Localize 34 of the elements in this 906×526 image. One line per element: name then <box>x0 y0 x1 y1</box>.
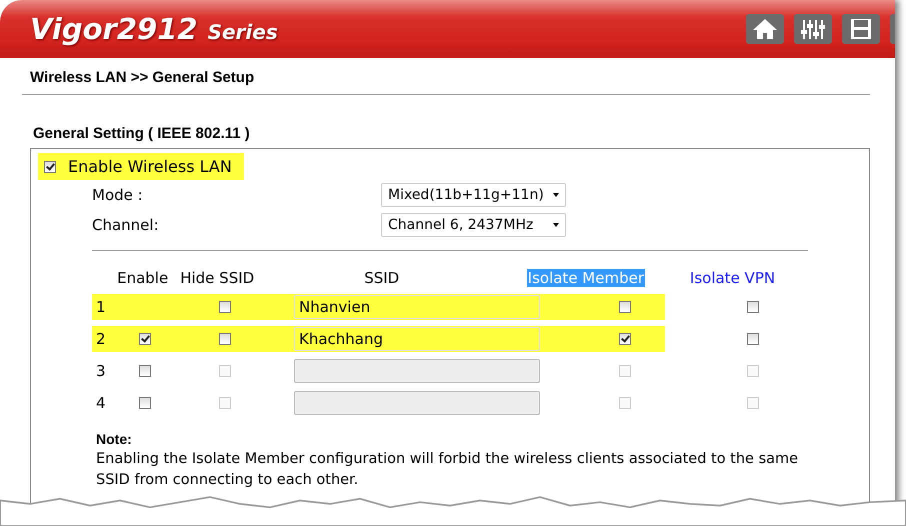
row-number: 3 <box>96 362 106 380</box>
series-label: Series <box>208 20 278 44</box>
sliders-icon[interactable] <box>794 14 832 44</box>
checkbox[interactable] <box>619 333 631 345</box>
field-label: Channel: <box>92 216 160 234</box>
section-title: General Setting ( IEEE 802.11 ) <box>33 125 251 142</box>
breadcrumb: Wireless LAN >> General Setup <box>30 69 256 86</box>
note-text: Enabling the Isolate Member configuration will forbid the wireless clients associated to the same SSID from connecting to each other. <box>96 450 800 490</box>
product-name: Vigor2912 <box>30 12 198 46</box>
checkbox[interactable] <box>139 365 151 377</box>
column-header: SSID <box>363 269 400 287</box>
note-title: Note: <box>96 431 133 447</box>
ssid-field[interactable]: Khachhang <box>294 327 540 351</box>
checkbox[interactable] <box>746 301 758 313</box>
checkbox-label: Enable Wireless LAN <box>68 157 232 176</box>
column-header: Hide SSID <box>179 269 256 287</box>
checkbox[interactable] <box>44 160 56 172</box>
column-header: Isolate VPN <box>688 269 776 287</box>
row-number: 2 <box>96 330 106 348</box>
column-header: Enable <box>116 269 170 287</box>
checkbox[interactable] <box>219 333 231 345</box>
checkbox[interactable] <box>219 301 231 313</box>
dropdown[interactable]: Mixed(11b+11g+11n) <box>381 183 566 207</box>
row-number: 1 <box>96 298 106 316</box>
checkbox[interactable] <box>746 333 758 345</box>
checkbox[interactable] <box>139 333 151 345</box>
checkbox[interactable] <box>139 397 151 409</box>
field-label: Mode : <box>92 186 144 204</box>
ssid-field[interactable]: Nhanvien <box>294 295 540 319</box>
home-icon[interactable] <box>746 14 784 44</box>
column-header: Isolate Member <box>526 269 646 287</box>
row-number: 4 <box>96 394 106 412</box>
checkbox[interactable] <box>619 301 631 313</box>
dropdown[interactable]: Channel 6, 2437MHz <box>381 213 566 237</box>
